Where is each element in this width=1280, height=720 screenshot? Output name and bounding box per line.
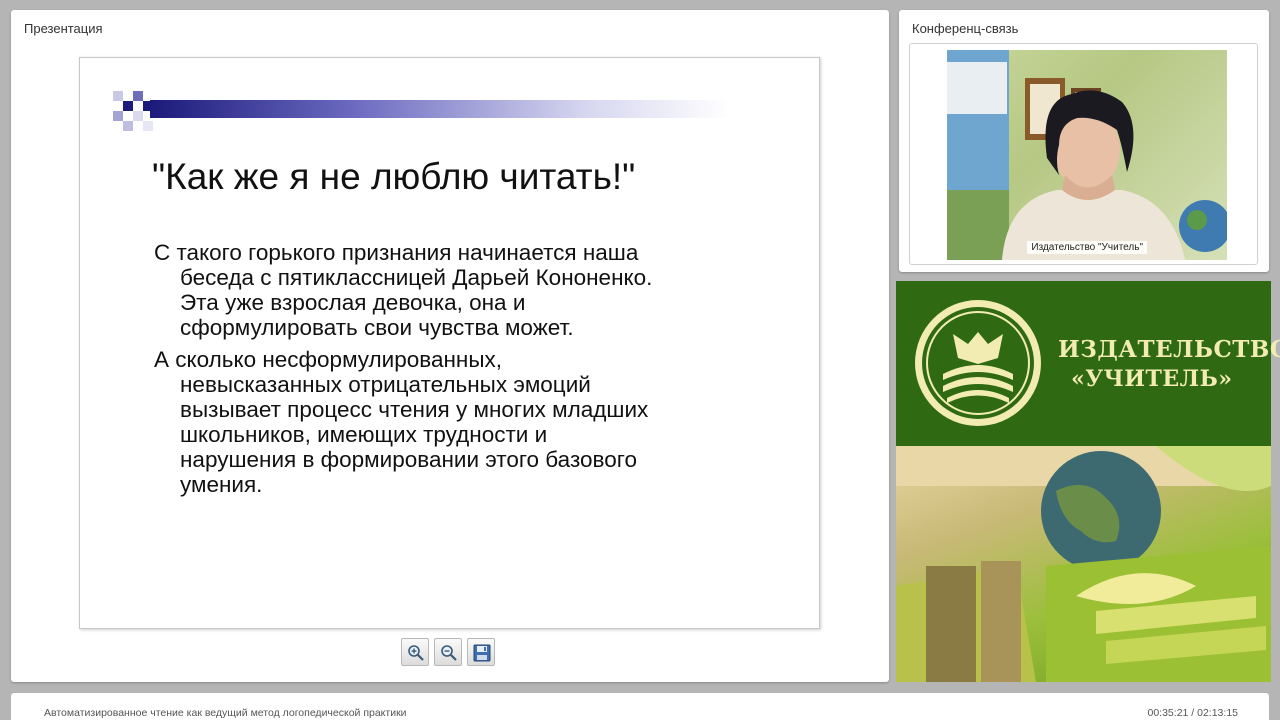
books-globe-image: [896, 446, 1271, 682]
paragraph-line: сформулировать свои чувства может.: [180, 315, 574, 340]
publisher-name-line-1: ИЗДАТЕЛЬСТВО: [1058, 336, 1280, 363]
video-caption: Издательство "Учитель": [1027, 241, 1147, 254]
video-scene: [947, 50, 1227, 260]
slide-paragraph-2: А сколько несформулированных, невысказан…: [154, 347, 774, 497]
books-illustration: [896, 446, 1271, 682]
publisher-banner: ИЗДАТЕЛЬСТВО «УЧИТЕЛЬ»: [896, 281, 1280, 446]
presentation-panel-title: Презентация: [24, 21, 103, 36]
conference-panel: Конференц-связь Издательство "Учитель": [899, 10, 1269, 272]
paragraph-line: невысказанных отрицательных эмоций: [180, 372, 591, 397]
publisher-logo-icon: [915, 300, 1041, 426]
playback-time: 00:35:21 / 02:13:15: [1147, 707, 1239, 719]
conference-panel-title: Конференц-связь: [912, 21, 1019, 36]
webinar-title: Автоматизированное чтение как ведущий ме…: [44, 707, 407, 719]
paragraph-line: беседа с пятиклассницей Дарьей Кононенко…: [180, 265, 653, 290]
zoom-in-icon: [408, 645, 424, 661]
footer-bar: Автоматизированное чтение как ведущий ме…: [11, 693, 1269, 720]
paragraph-line: вызывает процесс чтения у многих младших: [180, 397, 649, 422]
presentation-panel: Презентация "Как же я не люблю читать!" …: [11, 10, 889, 682]
paragraph-line: С такого горького признания начинается н…: [154, 240, 639, 265]
paragraph-line: Эта уже взрослая девочка, она и: [180, 290, 526, 315]
paragraph-line: нарушения в формировании этого базового: [180, 447, 637, 472]
video-feed[interactable]: Издательство "Учитель": [947, 50, 1227, 260]
paragraph-line: школьников, имеющих трудности и: [180, 422, 548, 447]
video-frame: Издательство "Учитель": [909, 43, 1258, 265]
publisher-name-line-2: «УЧИТЕЛЬ»: [1071, 366, 1233, 392]
slide-paragraph-1: С такого горького признания начинается н…: [154, 240, 774, 340]
slide-title: "Как же я не люблю читать!": [152, 156, 636, 197]
zoom-out-button[interactable]: [434, 638, 462, 666]
zoom-in-button[interactable]: [401, 638, 429, 666]
save-button[interactable]: [467, 638, 495, 666]
zoom-out-icon: [441, 645, 457, 661]
floppy-disk-icon: [473, 644, 491, 662]
slide: "Как же я не люблю читать!" С такого гор…: [79, 57, 820, 629]
paragraph-line: А сколько несформулированных,: [154, 347, 503, 372]
slide-header-bar: [150, 100, 730, 118]
paragraph-line: умения.: [180, 472, 263, 497]
